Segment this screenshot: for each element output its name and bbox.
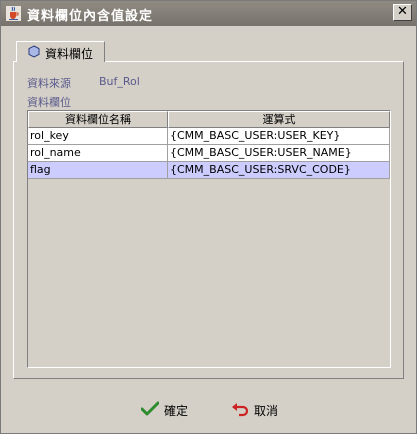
source-value: Buf_Rol <box>99 75 140 88</box>
cell-expression[interactable]: {CMM_BASC_USER:SRVC_CODE} <box>168 162 390 179</box>
cell-expression[interactable]: {CMM_BASC_USER:USER_NAME} <box>168 145 390 162</box>
fields-table[interactable]: 資料欄位名稱 運算式 rol_key {CMM_BASC_USER:USER_K… <box>27 110 391 368</box>
close-icon: ✕ <box>397 4 408 19</box>
table-header: 資料欄位名稱 運算式 <box>28 111 390 128</box>
table-row[interactable]: rol_name {CMM_BASC_USER:USER_NAME} <box>28 145 390 162</box>
undo-arrow-icon <box>232 403 249 417</box>
close-button[interactable]: ✕ <box>393 4 412 21</box>
ok-button-label: 確定 <box>164 404 189 418</box>
dialog-window: 資料欄位內含值設定 ✕ 資料欄位 資料來源 Buf_Rol 資料欄位 資料欄位名… <box>0 0 417 434</box>
column-header-field-name[interactable]: 資料欄位名稱 <box>28 111 168 128</box>
title-bar[interactable]: 資料欄位內含值設定 ✕ <box>1 1 416 26</box>
checkmark-icon <box>141 401 159 416</box>
table-row[interactable]: rol_key {CMM_BASC_USER:USER_KEY} <box>28 128 390 145</box>
source-label: 資料來源 <box>27 77 71 90</box>
cell-field-name[interactable]: rol_key <box>28 128 168 145</box>
cell-field-name[interactable]: flag <box>28 162 168 179</box>
java-cup-icon <box>6 6 21 21</box>
tab-label: 資料欄位 <box>45 47 94 61</box>
column-header-expression[interactable]: 運算式 <box>168 111 390 128</box>
tab-data-fields[interactable]: 資料欄位 <box>16 41 105 62</box>
cell-field-name[interactable]: rol_name <box>28 145 168 162</box>
cancel-button-label: 取消 <box>254 404 279 418</box>
table-row-selected[interactable]: flag {CMM_BASC_USER:SRVC_CODE} <box>28 162 390 179</box>
fields-label: 資料欄位 <box>27 96 71 109</box>
cell-expression[interactable]: {CMM_BASC_USER:USER_KEY} <box>168 128 390 145</box>
hexagon-icon <box>28 45 40 58</box>
cancel-button[interactable]: 取消 <box>231 399 283 421</box>
ok-button[interactable]: 確定 <box>141 399 193 421</box>
window-title: 資料欄位內含值設定 <box>27 9 154 24</box>
